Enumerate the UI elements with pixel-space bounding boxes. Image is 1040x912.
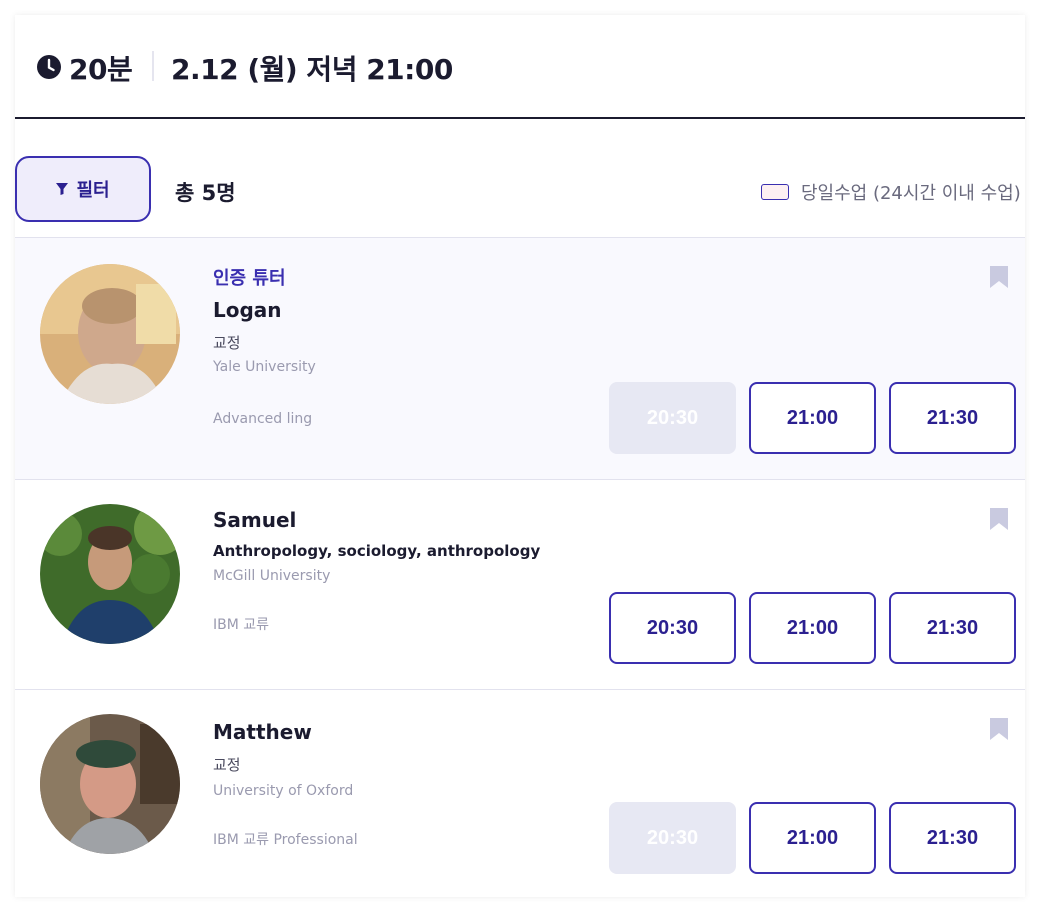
time-slots: 20:30 21:00 21:30 xyxy=(609,382,1016,454)
avatar xyxy=(40,714,180,854)
avatar xyxy=(40,264,180,404)
lesson-header: 20분 2.12 (월) 저녁 21:00 xyxy=(15,15,1025,119)
sameday-checkbox[interactable] xyxy=(761,184,789,200)
sameday-label: 당일수업 (24시간 이내 수업) xyxy=(801,183,1021,204)
time-slot[interactable]: 20:30 xyxy=(609,592,736,664)
tutor-extra: IBM 교류 xyxy=(213,617,270,633)
bookmark-icon[interactable] xyxy=(990,508,1008,530)
time-slot[interactable]: 21:30 xyxy=(889,592,1016,664)
tutor-school: University of Oxford xyxy=(213,783,354,799)
time-slot-disabled: 20:30 xyxy=(609,802,736,874)
time-slot[interactable]: 21:00 xyxy=(749,382,876,454)
filter-icon xyxy=(56,183,69,195)
tutor-name: Matthew xyxy=(213,720,312,744)
time-slots: 20:30 21:00 21:30 xyxy=(609,592,1016,664)
tutor-card[interactable]: Samuel Anthropology, sociology, anthropo… xyxy=(15,479,1025,689)
tutor-tag: 인증 튜터 xyxy=(213,268,286,289)
lesson-datetime: 2.12 (월) 저녁 21:00 xyxy=(171,53,453,86)
header-divider xyxy=(152,51,154,81)
tutor-school: Yale University xyxy=(213,359,316,375)
tutor-card[interactable]: Matthew 교정 University of Oxford IBM 교류 P… xyxy=(15,689,1025,897)
bookmark-icon[interactable] xyxy=(990,718,1008,740)
time-slots: 20:30 21:00 21:30 xyxy=(609,802,1016,874)
tutor-specialty: Anthropology, sociology, anthropology xyxy=(213,542,541,560)
filter-button[interactable]: 필터 xyxy=(15,156,151,222)
avatar xyxy=(40,504,180,644)
tutor-extra: IBM 교류 Professional xyxy=(213,832,358,848)
tutor-extra: Advanced ling xyxy=(213,411,313,427)
tutor-specialty: 교정 xyxy=(213,334,241,352)
tutor-name: Logan xyxy=(213,298,282,322)
time-slot[interactable]: 21:00 xyxy=(749,802,876,874)
clock-icon xyxy=(37,55,61,79)
bookmark-icon[interactable] xyxy=(990,266,1008,288)
tutor-count: 총 5명 xyxy=(175,181,236,205)
tutor-specialty: 교정 xyxy=(213,756,241,774)
tutor-card[interactable]: 인증 튜터 Logan 교정 Yale University Advanced … xyxy=(15,237,1025,479)
time-slot[interactable]: 21:00 xyxy=(749,592,876,664)
filter-label: 필터 xyxy=(76,180,110,201)
sameday-filter[interactable]: 당일수업 (24시간 이내 수업) xyxy=(761,179,1021,205)
tutor-school: McGill University xyxy=(213,568,331,584)
time-slot-disabled: 20:30 xyxy=(609,382,736,454)
tutor-name: Samuel xyxy=(213,508,297,532)
time-slot[interactable]: 21:30 xyxy=(889,802,1016,874)
lesson-duration: 20분 xyxy=(69,53,133,86)
time-slot[interactable]: 21:30 xyxy=(889,382,1016,454)
tutor-list-panel: 20분 2.12 (월) 저녁 21:00 필터 총 5명 당일수업 (24시간… xyxy=(15,15,1025,897)
